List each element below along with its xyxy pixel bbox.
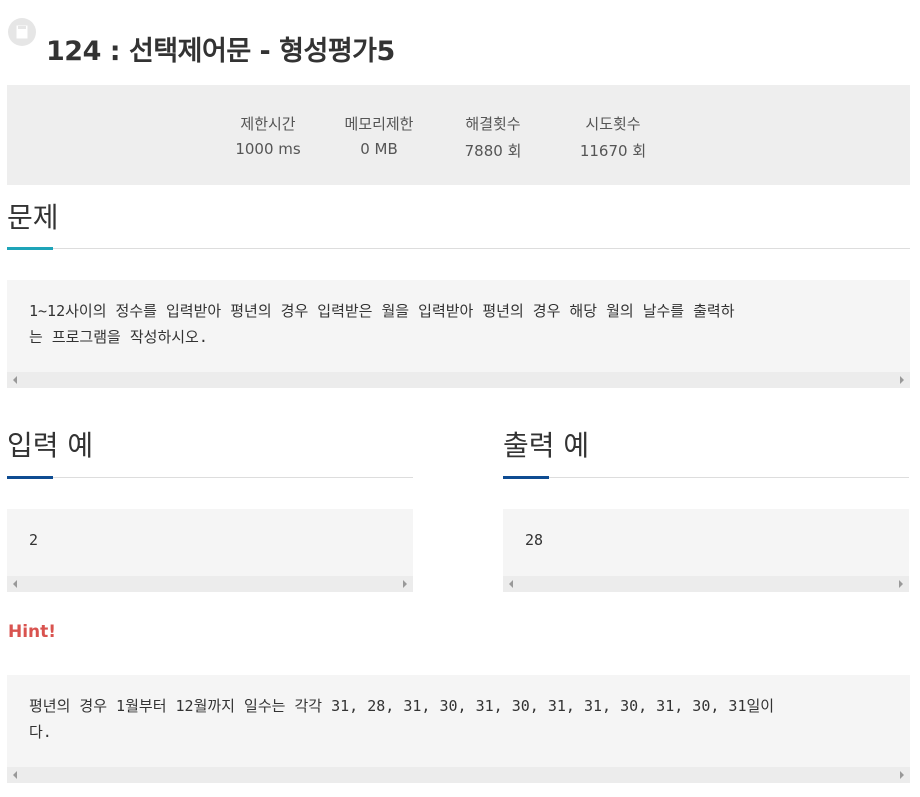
page-title: 124 : 선택제어문 - 형성평가5 [46,35,395,67]
scroll-right-icon[interactable] [900,376,904,384]
hint-box: 평년의 경우 1월부터 12월까지 일수는 각각 31, 28, 31, 30,… [7,675,910,783]
problem-box: 1~12사이의 정수를 입력받아 평년의 경우 입력받은 월을 입력받아 평년의… [7,280,910,388]
stats-bar: 제한시간 1000 ms 메모리제한 0 MB 해결횟수 7880 회 시도횟수… [7,85,910,185]
header-divider [7,248,910,249]
stat-label: 제한시간 [240,115,296,133]
input-example-box: 2 [7,509,413,592]
problem-header: 문제 [7,201,910,250]
stat-solved-count: 해결횟수 7880 회 [438,113,548,161]
input-example-heading: 입력 예 [7,429,94,462]
stat-time-limit: 제한시간 1000 ms [213,113,323,158]
stat-value: 7880 회 [464,142,522,160]
header-divider [503,477,909,478]
problem-text: 1~12사이의 정수를 입력받아 평년의 경우 입력받은 월을 입력받아 평년의… [29,302,735,346]
stat-label: 메모리제한 [344,115,414,133]
problem-heading: 문제 [7,201,59,234]
horizontal-scrollbar[interactable] [7,576,413,592]
document-icon [8,18,36,46]
horizontal-scrollbar[interactable] [503,576,909,592]
horizontal-scrollbar[interactable] [7,767,910,783]
title-row: 124 : 선택제어문 - 형성평가5 [8,16,395,72]
header-accent [503,476,549,479]
scroll-left-icon[interactable] [13,376,17,384]
stat-value: 11670 회 [579,142,647,160]
problem-page: 124 : 선택제어문 - 형성평가5 제한시간 1000 ms 메모리제한 0… [0,0,920,797]
stat-attempt-count: 시도횟수 11670 회 [558,113,668,161]
output-example-heading: 출력 예 [503,429,590,462]
header-accent [7,247,53,250]
output-example-box: 28 [503,509,909,592]
scroll-right-icon[interactable] [403,580,407,588]
scroll-left-icon[interactable] [13,580,17,588]
stat-label: 해결횟수 [465,115,521,133]
input-example-header: 입력 예 [7,429,413,479]
scroll-right-icon[interactable] [900,771,904,779]
stat-value: 1000 ms [235,140,301,158]
hint-text: 평년의 경우 1월부터 12월까지 일수는 각각 31, 28, 31, 30,… [29,697,775,741]
hint-label: Hint! [8,622,57,642]
horizontal-scrollbar[interactable] [7,372,910,388]
stat-memory-limit: 메모리제한 0 MB [324,113,434,158]
output-example-text: 28 [525,531,544,549]
scroll-left-icon[interactable] [509,580,513,588]
scroll-right-icon[interactable] [899,580,903,588]
input-example-text: 2 [29,531,39,549]
header-divider [7,477,413,478]
scroll-left-icon[interactable] [13,771,17,779]
stat-label: 시도횟수 [585,115,641,133]
header-accent [7,476,53,479]
stat-value: 0 MB [360,140,398,158]
output-example-header: 출력 예 [503,429,909,479]
